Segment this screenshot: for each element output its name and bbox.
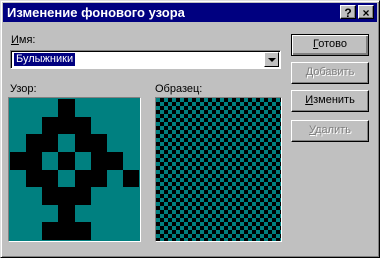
pattern-cell[interactable] [90,169,107,188]
pattern-cell[interactable] [90,99,107,117]
ok-button[interactable]: Готово [291,34,369,56]
pattern-cell[interactable] [74,204,91,223]
dropdown-arrow-icon[interactable] [264,52,279,67]
change-button-key: И [305,94,314,106]
pattern-cell[interactable] [42,204,59,223]
sample-label: Образец: [155,83,203,95]
pattern-name-value: Булыжники [14,53,76,66]
pattern-cell[interactable] [26,151,43,170]
pattern-label: Узор: [10,83,37,95]
sample-preview [155,97,282,242]
pattern-cell[interactable] [10,134,27,152]
pattern-grid[interactable] [10,99,139,240]
pattern-cell[interactable] [42,222,59,240]
add-button-rest: обавить [313,66,355,78]
pattern-cell[interactable] [10,204,27,223]
pattern-cell[interactable] [74,116,91,135]
pattern-cell[interactable] [122,169,139,188]
pattern-cell[interactable] [26,169,43,188]
pattern-cell[interactable] [58,116,75,135]
pattern-cell[interactable] [90,204,107,223]
pattern-cell[interactable] [90,222,107,240]
pattern-cell[interactable] [90,151,107,170]
pattern-cell[interactable] [74,134,91,152]
pattern-cell[interactable] [42,116,59,135]
delete-button: Удалить [291,120,369,142]
ok-button-rest: отово [318,38,347,50]
pattern-cell[interactable] [106,99,123,117]
pattern-cell[interactable] [90,187,107,205]
close-button[interactable]: × [358,5,374,20]
pattern-cell[interactable] [42,134,59,152]
pattern-cell[interactable] [106,116,123,135]
name-label-rest: мя: [18,34,36,46]
change-button-rest: зменить [313,94,355,106]
pattern-cell[interactable] [42,151,59,170]
pattern-cell[interactable] [26,116,43,135]
add-button: Добавить [291,62,369,84]
name-label-key: И [11,34,19,46]
pattern-cell[interactable] [58,99,75,117]
pattern-cell[interactable] [58,134,75,152]
pattern-cell[interactable] [106,204,123,223]
pattern-cell[interactable] [10,151,27,170]
pattern-editor[interactable] [8,97,141,242]
name-label: Имя: [11,34,35,47]
pattern-cell[interactable] [58,169,75,188]
pattern-cell[interactable] [122,99,139,117]
pattern-cell[interactable] [122,204,139,223]
help-button[interactable]: ? [340,5,356,20]
pattern-cell[interactable] [122,187,139,205]
pattern-cell[interactable] [10,99,27,117]
pattern-cell[interactable] [10,169,27,188]
pattern-cell[interactable] [26,204,43,223]
pattern-cell[interactable] [106,187,123,205]
pattern-cell[interactable] [58,187,75,205]
pattern-cell[interactable] [42,99,59,117]
change-button[interactable]: Изменить [291,90,369,112]
window-title: Изменение фонового узора [7,5,185,20]
title-bar[interactable]: Изменение фонового узора ? × [3,3,377,22]
delete-button-rest: далить [315,124,351,136]
pattern-cell[interactable] [90,134,107,152]
pattern-cell[interactable] [106,169,123,188]
pattern-cell[interactable] [122,134,139,152]
pattern-cell[interactable] [74,169,91,188]
pattern-cell[interactable] [26,99,43,117]
pattern-cell[interactable] [106,151,123,170]
pattern-cell[interactable] [26,134,43,152]
pattern-cell[interactable] [106,222,123,240]
pattern-cell[interactable] [106,134,123,152]
pattern-cell[interactable] [26,187,43,205]
pattern-cell[interactable] [10,116,27,135]
pattern-cell[interactable] [74,187,91,205]
pattern-cell[interactable] [58,222,75,240]
pattern-cell[interactable] [42,169,59,188]
pattern-cell[interactable] [122,222,139,240]
pattern-cell[interactable] [90,116,107,135]
pattern-cell[interactable] [122,116,139,135]
pattern-cell[interactable] [26,222,43,240]
pattern-name-combobox[interactable]: Булыжники [10,50,281,69]
pattern-cell[interactable] [122,151,139,170]
pattern-cell[interactable] [74,151,91,170]
pattern-cell[interactable] [58,151,75,170]
pattern-cell[interactable] [74,99,91,117]
pattern-cell[interactable] [74,222,91,240]
pattern-cell[interactable] [10,187,27,205]
pattern-editor-dialog: Изменение фонового узора ? × Имя: Булыжн… [0,0,380,258]
pattern-cell[interactable] [58,204,75,223]
pattern-cell[interactable] [10,222,27,240]
pattern-cell[interactable] [42,187,59,205]
